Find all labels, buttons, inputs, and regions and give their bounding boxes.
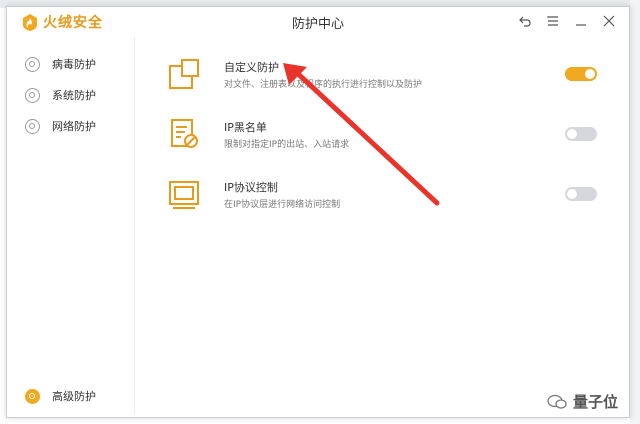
virus-protection-icon: [25, 56, 40, 72]
sidebar-item-label: 网络防护: [52, 120, 96, 133]
advanced-protection-icon: [25, 388, 40, 404]
close-icon[interactable]: [595, 11, 623, 31]
back-arrow-icon[interactable]: [511, 11, 539, 31]
ip-protocol-icon: [169, 181, 199, 209]
sidebar-item-advanced[interactable]: 高级防护: [25, 385, 96, 407]
minimize-icon[interactable]: [567, 11, 595, 31]
sidebar-item-network[interactable]: 网络防护: [25, 115, 96, 137]
ip-blacklist-icon: [171, 119, 198, 148]
sidebar-item-system[interactable]: 系统防护: [25, 84, 96, 106]
toggle-knob: [567, 129, 577, 139]
wechat-icon: [547, 394, 567, 409]
sidebar-item-label: 高级防护: [52, 390, 96, 403]
sidebar-item-label: 病毒防护: [52, 58, 96, 71]
custom-protection-toggle[interactable]: [565, 67, 597, 81]
sidebar: 病毒防护 系统防护 网络防护 高级防护: [7, 37, 135, 415]
watermark: 量子位: [547, 391, 618, 412]
ip-blacklist-toggle[interactable]: [565, 127, 597, 141]
system-protection-icon: [25, 87, 40, 103]
desktop-background-right: [630, 0, 640, 424]
feature-title: 自定义防护: [224, 61, 279, 74]
title-bar: 火绒安全 防护中心: [7, 7, 629, 35]
ip-protocol-toggle[interactable]: [565, 187, 597, 201]
annotation-arrow: [283, 63, 440, 206]
app-window: 火绒安全 防护中心 病毒防护 系统防护 网络防护 高级防护 自定义防护 对文件、…: [6, 6, 630, 418]
menu-icon[interactable]: [539, 11, 567, 31]
toggle-knob: [585, 69, 595, 79]
feature-title: IP协议控制: [224, 181, 278, 194]
watermark-text: 量子位: [573, 393, 619, 411]
sidebar-item-label: 系统防护: [52, 89, 96, 102]
network-protection-icon: [25, 118, 40, 134]
sidebar-item-virus[interactable]: 病毒防护: [25, 53, 96, 75]
custom-protection-icon: [169, 59, 199, 89]
toggle-knob: [567, 189, 577, 199]
window-controls: [511, 11, 623, 31]
feature-title: IP黑名单: [224, 121, 267, 134]
